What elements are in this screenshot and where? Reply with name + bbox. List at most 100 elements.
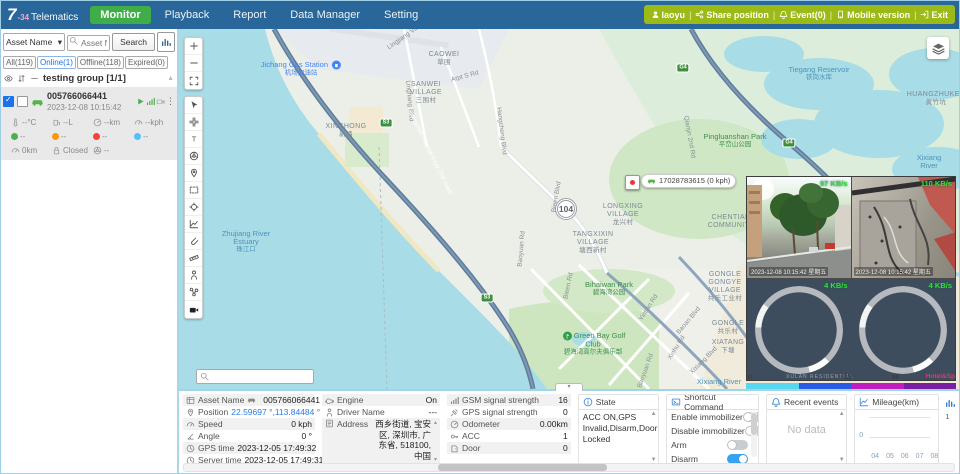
panel-collapse-handle[interactable]: ▾ [555,383,583,391]
scroll-up-icon[interactable]: ▲ [167,75,174,82]
legend-tick: 90 [892,374,899,381]
speedometer-icon [134,118,143,127]
state-title: State [596,397,616,407]
events-scrollbar[interactable]: ▲▼ [838,411,845,463]
vehicle-marker[interactable] [625,175,640,190]
map-tool-pin[interactable] [185,165,202,182]
map-tool-linechart[interactable] [185,216,202,233]
info-row-odometer: Odometer0.00km [447,418,571,430]
collapse-minus-icon[interactable] [30,74,39,84]
address-scroll-arrows[interactable]: ▴▾ [434,419,437,463]
user-action-exit[interactable]: Exit [920,10,948,20]
user-action-mobile-version[interactable]: Mobile version [836,10,910,20]
menu-report[interactable]: Report [223,6,276,24]
map-tool-fullscreen[interactable] [185,72,202,89]
zoom-tool-group [184,37,203,90]
layers-button[interactable] [927,37,949,59]
horizontal-scroll-thumb[interactable] [438,464,607,471]
field-value: 0.00km [540,419,568,429]
map-tool-text[interactable]: T [185,131,202,148]
horizontal-scrollbar [183,463,955,472]
toggle-arm[interactable] [727,440,748,450]
map-search-box[interactable] [196,369,314,384]
field-label: Position [198,407,228,417]
device-stat-thermometer: --°C [11,118,52,127]
tab-offline-118-[interactable]: Offline(118) [77,56,124,69]
map-tool-plus[interactable] [185,38,202,55]
camera-icon[interactable] [156,97,165,107]
chart-icon [945,394,955,412]
camera-channel-3[interactable]: 4 KB/s [747,279,851,380]
map-tool-wheel[interactable] [185,148,202,165]
camera-grid: 97 KB/s2023-12-08 10:15:42 星期五110 KB/s20… [746,176,956,381]
menu-data-manager[interactable]: Data Manager [280,6,370,24]
device-stat-dot-orange: -- [52,132,93,141]
tab-expired-0-[interactable]: Expired(0) [125,56,168,69]
field-value: 005766066441 [263,395,320,405]
lock-icon [52,146,61,155]
sort-icon[interactable] [17,74,26,84]
map-tool-ruler[interactable] [185,250,202,267]
info-row-speed: Speed0 kph [183,418,315,430]
map-canvas[interactable]: Jichang Gas Station 机场加油站Lingjiang ViadC… [179,29,959,389]
map-tool-select[interactable] [185,182,202,199]
group-tree-header: testing group [1/1] ▲ [1,69,177,87]
dot-orange-icon [52,133,59,140]
tab-online-1-[interactable]: Online(1) [37,56,76,69]
app-window: 7 -34 Telematics MonitorPlaybackReportDa… [0,0,960,474]
info-row-engine: EngineOn [322,394,440,406]
field-label: GPS time [198,443,234,453]
map-tool-cluster[interactable] [185,284,202,301]
device-checkbox[interactable] [3,96,14,107]
field-value: On [426,395,437,405]
user-action-share-position[interactable]: Share position [695,10,769,20]
command-icon [671,397,681,408]
eye-icon[interactable] [4,74,13,84]
device-stat-steering: -- [93,146,134,155]
info-row-gps-signal-strength: GPS signal strength0 [447,406,571,418]
engine-icon [325,396,334,405]
device-row[interactable]: 005766066441 2023-12-08 10:15:42 ⋮ [1,87,177,116]
state-scrollbar[interactable]: ▲▼ [650,411,657,463]
user-chip[interactable]: laoyu [651,10,686,20]
device-secondary-checkbox[interactable] [17,96,28,107]
menu-monitor[interactable]: Monitor [90,6,150,24]
more-options-icon[interactable]: ⋮ [166,96,175,107]
map-tool-minus[interactable] [185,55,202,72]
map-tool-cursor[interactable] [185,97,202,114]
marker-label-text: 17028783615 (0 kph) [659,176,730,185]
vehicle-marker-label[interactable]: 17028783615 (0 kph) [641,174,736,188]
toggle-list: Enable immobilizerDisable immobilizerArm… [667,410,758,466]
camera-channel-2[interactable]: 110 KB/s2023-12-08 10:15:42 星期五 [852,177,956,278]
field-value[interactable]: 22.59697 °,113.84484 ° [231,407,320,417]
camera-feed-image [747,177,851,278]
field-label: GPS signal strength [462,407,538,417]
search-button[interactable]: Search [112,33,155,51]
main-menu: Monitor PlaybackReportData ManagerSetting [88,1,430,29]
route-104-badge: 104 [555,198,577,220]
field-value: 0 [563,443,568,453]
camera-channel-4[interactable]: 4 KB/s [852,279,956,380]
shortcut-scroll-thumb[interactable] [751,413,757,435]
road-badge-g4: G4 [782,139,795,148]
field-label: Address [337,419,368,429]
map-tool-crosshair[interactable] [185,199,202,216]
menu-playback[interactable]: Playback [155,6,220,24]
map-tool-clip[interactable] [185,233,202,250]
map-tool-person[interactable] [185,267,202,284]
brand-mark: 7 [7,5,16,25]
search-field-select[interactable]: Asset Name▾ [3,33,65,51]
signal-column: GSM signal strength16GPS signal strength… [447,394,571,466]
field-label: Angle [198,431,220,441]
map-tool-video-icon[interactable] [185,301,202,318]
mileage-x-ticks: 0405060708 [871,453,932,460]
menu-setting[interactable]: Setting [374,6,428,24]
camera-channel-1[interactable]: 97 KB/s2023-12-08 10:15:42 星期五 [747,177,851,278]
map-tool-shrink[interactable] [185,114,202,131]
user-action-event-0-[interactable]: Event(0) [779,10,826,20]
dot-cyan-icon [134,133,141,140]
tab-all-119-[interactable]: All(119) [3,56,36,69]
statistics-button[interactable] [157,32,175,52]
bitrate-overlay: 110 KB/s [921,179,952,188]
field-value: 1 [563,431,568,441]
